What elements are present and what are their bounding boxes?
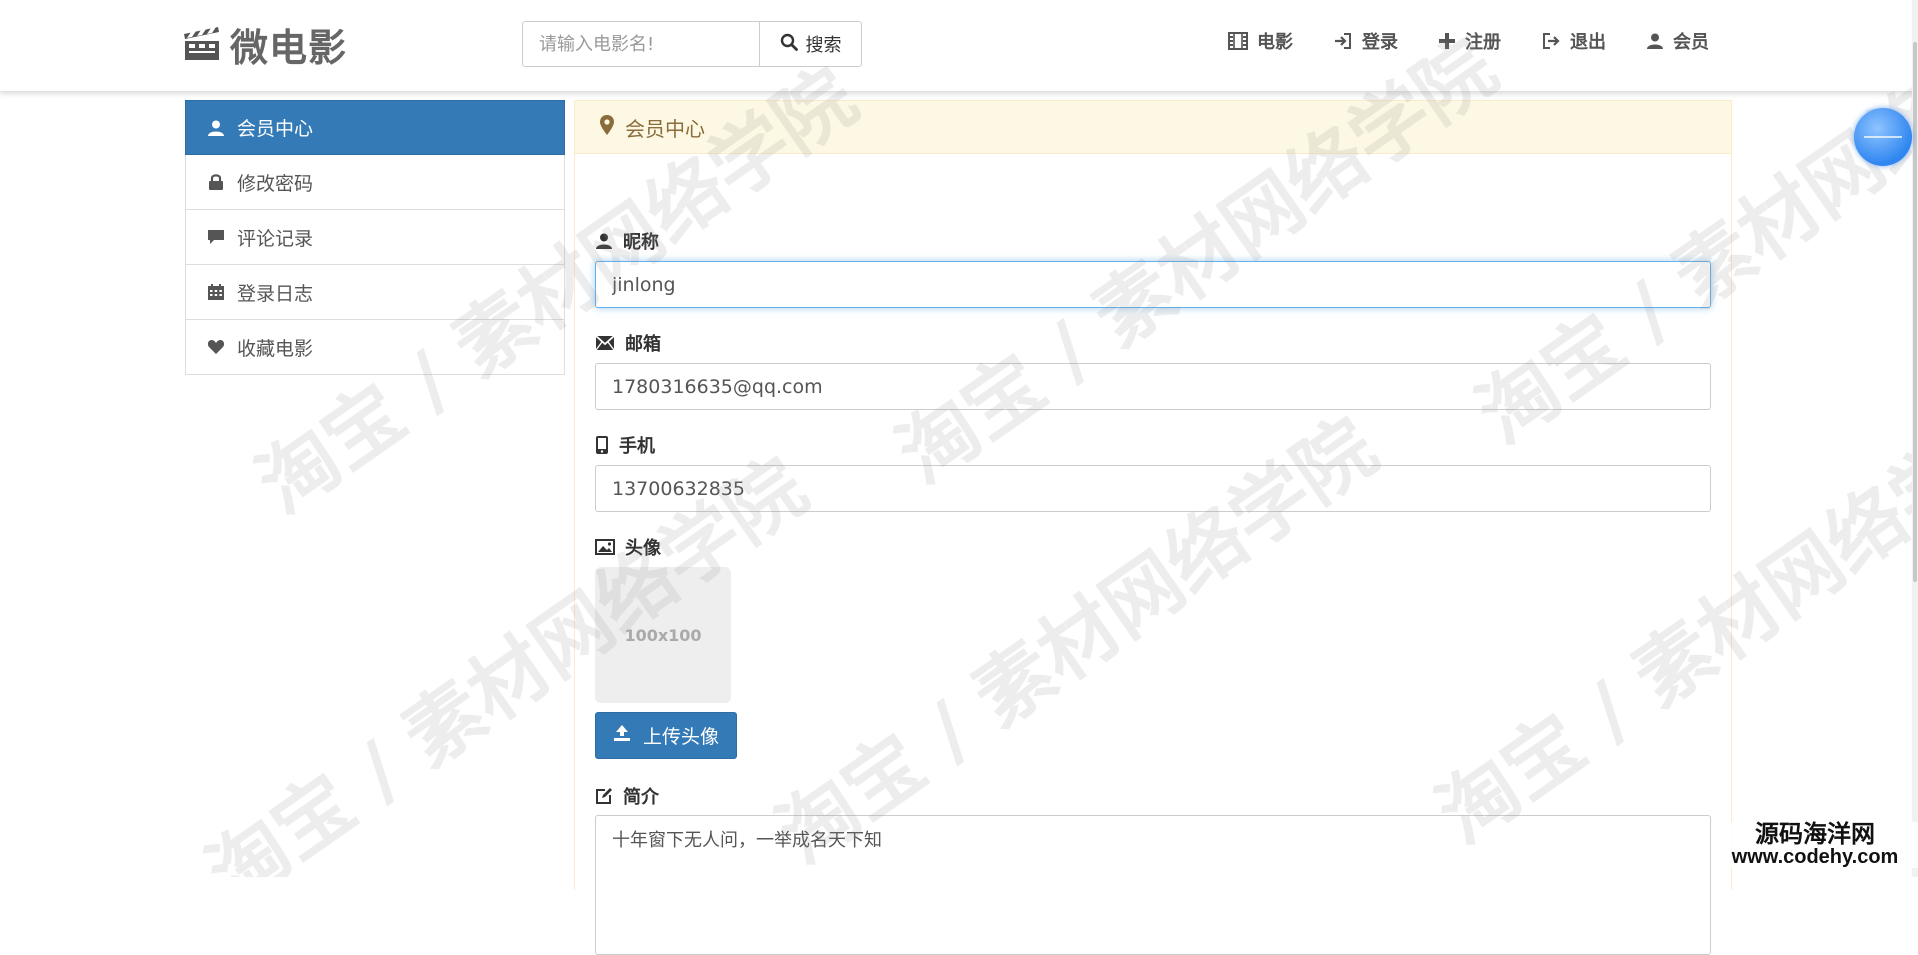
nav-item-label: 退出 (1570, 32, 1606, 53)
upload-avatar-button[interactable]: 上传头像 (595, 712, 737, 759)
panel-heading: 会员中心 (575, 101, 1731, 154)
edit-icon (595, 787, 613, 805)
upload-icon (613, 724, 631, 748)
nav-item-label: 电影 (1257, 32, 1293, 53)
nickname-input[interactable] (595, 261, 1711, 308)
phone-input[interactable] (595, 465, 1711, 512)
member-center-panel: 会员中心 昵称 邮箱 (574, 100, 1732, 955)
sidebar-item-label: 修改密码 (237, 172, 314, 195)
search-button[interactable]: 搜索 (759, 21, 862, 67)
sidebar-menu: 会员中心 修改密码 评论记录 登录日志 收藏电影 (185, 100, 565, 375)
brand-logo[interactable]: 微电影 (182, 20, 347, 70)
nav-item-login[interactable]: 登录 (1333, 26, 1398, 56)
floating-assistant-button[interactable] (1854, 108, 1912, 166)
sidebar-item-label: 会员中心 (237, 118, 314, 140)
heart-icon (207, 338, 225, 356)
nickname-label: 昵称 (595, 228, 659, 254)
corner-watermark: 源码海洋网 www.codehy.com (1712, 820, 1918, 869)
email-input[interactable] (595, 363, 1711, 410)
user-icon (1646, 32, 1664, 50)
email-label: 邮箱 (595, 330, 661, 356)
search-input[interactable] (522, 21, 759, 67)
phone-label: 手机 (595, 432, 655, 458)
corner-watermark-line1: 源码海洋网 (1755, 820, 1875, 848)
upload-avatar-label: 上传头像 (642, 727, 719, 748)
user-icon (207, 119, 225, 137)
brand-name: 微电影 (230, 25, 348, 70)
search-form: 搜索 (522, 21, 862, 67)
sidebar-item-favorites[interactable]: 收藏电影 (185, 320, 565, 375)
plus-icon (1438, 32, 1456, 50)
envelope-icon (595, 335, 615, 351)
nav-item-movies[interactable]: 电影 (1228, 26, 1293, 56)
nav-item-label: 会员 (1673, 32, 1709, 53)
panel-title: 会员中心 (625, 116, 705, 141)
nav-item-label: 注册 (1465, 32, 1501, 53)
sidebar-item-change-password[interactable]: 修改密码 (185, 155, 565, 210)
calendar-icon (207, 283, 225, 301)
user-icon (595, 232, 613, 250)
search-button-label: 搜索 (805, 35, 842, 55)
phone-icon (595, 435, 609, 455)
search-icon (780, 33, 798, 56)
clapperboard-icon (182, 26, 222, 62)
corner-watermark-line2: www.codehy.com (1731, 846, 1899, 869)
log-out-icon (1541, 32, 1561, 50)
navbar: 微电影 搜索 (0, 0, 1918, 91)
nav-item-label: 登录 (1362, 32, 1398, 53)
sidebar-item-label: 登录日志 (237, 282, 314, 305)
nav-item-logout[interactable]: 退出 (1541, 26, 1606, 56)
avatar-label: 头像 (595, 534, 661, 560)
sidebar-item-label: 评论记录 (237, 227, 314, 250)
nav-links: 电影 登录 注册 退出 会员 (1228, 26, 1709, 56)
nav-item-register[interactable]: 注册 (1438, 26, 1501, 56)
sidebar-item-comments[interactable]: 评论记录 (185, 210, 565, 265)
bio-label: 简介 (595, 783, 659, 809)
sidebar-item-member-center[interactable]: 会员中心 (185, 100, 565, 155)
sidebar-item-login-log[interactable]: 登录日志 (185, 265, 565, 320)
picture-icon (595, 539, 615, 555)
sidebar-item-label: 收藏电影 (237, 337, 314, 360)
log-in-icon (1333, 32, 1353, 50)
nav-item-member[interactable]: 会员 (1646, 26, 1709, 56)
map-marker-icon (599, 114, 615, 140)
lock-icon (207, 173, 225, 191)
avatar-image: 100x100 (595, 567, 731, 703)
comment-icon (207, 228, 225, 246)
bio-textarea[interactable]: 十年窗下无人问，一举成名天下知 (595, 815, 1711, 955)
film-icon (1228, 32, 1248, 50)
scrollbar-thumb[interactable] (1913, 42, 1917, 582)
